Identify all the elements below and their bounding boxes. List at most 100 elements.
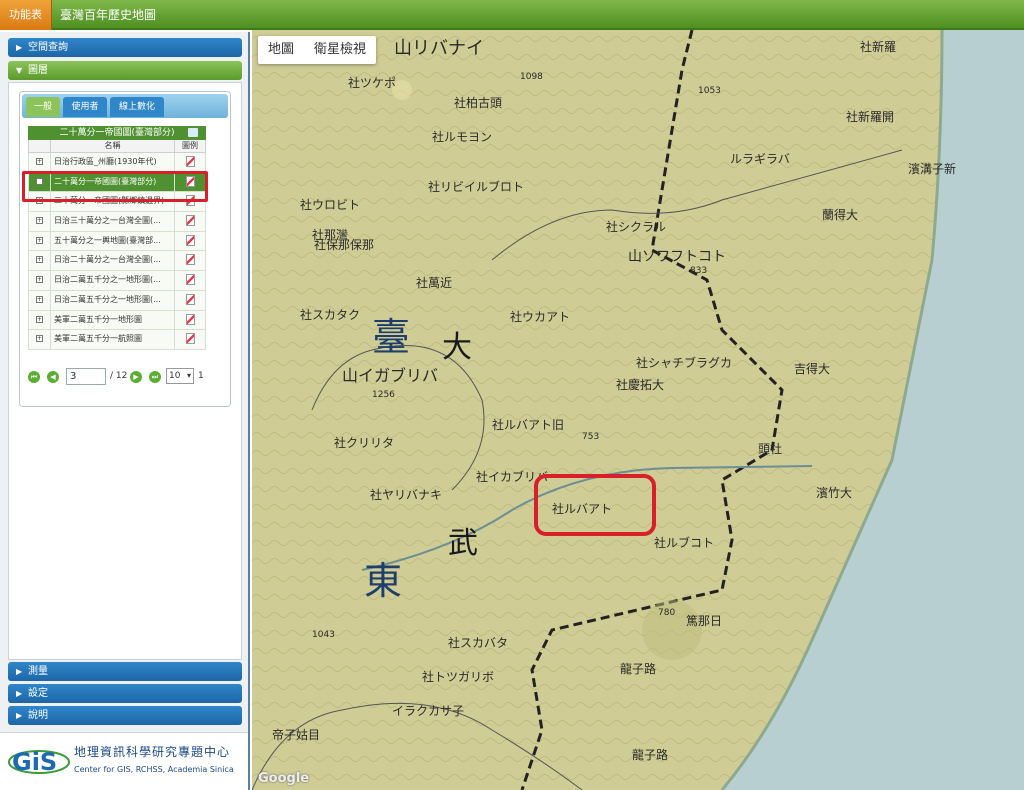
accordion-layers[interactable]: ▼ 圖層: [8, 61, 242, 80]
map-label: 山イガブリバ: [342, 366, 439, 385]
expand-toggle-icon[interactable]: +: [36, 276, 43, 284]
sidebar: ▶ 空間查詢 ▼ 圖層 一般 使用者 線上數化 二十萬分一帝國圖(臺灣部分) 名…: [0, 32, 250, 790]
map-label: 龍子路: [620, 662, 657, 676]
menu-button[interactable]: 功能表: [0, 0, 52, 30]
layer-name: 美軍二萬五千分一地形圖: [51, 310, 175, 330]
map-label: 社ルブコト: [654, 536, 715, 550]
map-label: 篤那日: [686, 614, 723, 628]
map-label: 帝子姑目: [272, 728, 321, 742]
map-label: 社ウカアト: [510, 310, 571, 324]
layer-name: 日治行政區_州廳(1930年代): [51, 153, 175, 172]
top-bar: 功能表 臺灣百年歷史地圖: [0, 0, 1024, 30]
map-label: 社ウロビト: [300, 198, 361, 212]
map-label: 社ヤリバナキ: [370, 488, 443, 502]
svg-text:GiS: GiS: [12, 748, 57, 776]
expand-toggle-icon[interactable]: +: [36, 295, 43, 303]
accordion-label: 空間查詢: [28, 42, 68, 53]
map-label: 社スカバタ: [448, 636, 509, 650]
layers-tab-container: 一般 使用者 線上數化 二十萬分一帝國圖(臺灣部分) 名稱 圖例 + 日治行政區_…: [19, 91, 231, 407]
legend-icon[interactable]: [185, 156, 195, 167]
layer-grid: 二十萬分一帝國圖(臺灣部分) 名稱 圖例 + 日治行政區_州廳(1930年代) + 二…: [28, 126, 206, 350]
expand-toggle-icon[interactable]: +: [36, 236, 43, 244]
map-view[interactable]: 地圖 衛星檢視 山リバナイ 社ツケポ 社柏古頭 社ルモヨン 社リビイルブロト 社…: [252, 30, 1024, 790]
page-number-input[interactable]: 3: [66, 368, 106, 385]
layer-row[interactable]: + 日治行政區_州廳(1930年代): [28, 153, 206, 173]
triangle-right-icon: ▶: [16, 711, 23, 720]
legend-icon[interactable]: [185, 254, 195, 266]
map-label: 蘭得大: [822, 208, 859, 222]
column-legend-header: 圖例: [182, 141, 198, 150]
map-label: 社萬近: [416, 276, 453, 290]
table-icon[interactable]: [188, 128, 198, 137]
map-label: 社クリリタ: [334, 436, 395, 450]
logo-english: Center for GIS, RCHSS, Academia Sinica: [74, 765, 234, 774]
expand-toggle-icon[interactable]: +: [36, 315, 43, 323]
layer-row[interactable]: + 五十萬分之一輿地圖(臺灣部...: [28, 231, 206, 252]
map-label: 社ルバアト旧: [492, 418, 565, 432]
triangle-right-icon: ▶: [16, 667, 23, 676]
legend-icon[interactable]: [185, 333, 195, 345]
accordion-settings[interactable]: ▶ 設定: [8, 684, 242, 703]
map-label-large: 臺: [372, 315, 411, 359]
first-page-button[interactable]: ⏮: [28, 371, 40, 383]
layer-name: 日治二萬五千分之一地形圖(...: [51, 290, 175, 310]
layer-row[interactable]: + 日治二萬五千分之一地形圖(...: [28, 290, 206, 311]
layer-name: 美軍二萬五千分一航照圖: [51, 330, 175, 349]
accordion-help[interactable]: ▶ 說明: [8, 706, 242, 725]
layer-row[interactable]: + 日治二萬五千分之一地形圖(...: [28, 271, 206, 291]
map-tab-roadmap[interactable]: 地圖: [258, 36, 304, 64]
map-label: 社柏古頭: [454, 96, 503, 110]
legend-icon[interactable]: [185, 293, 195, 305]
elevation-label: 1053: [698, 86, 721, 96]
layer-row[interactable]: + 日治三十萬分之一台灣全圖(...: [28, 212, 206, 232]
app-title: 臺灣百年歷史地圖: [60, 8, 157, 22]
expand-toggle-icon[interactable]: +: [36, 256, 43, 264]
legend-icon[interactable]: [185, 215, 195, 227]
expand-toggle-icon[interactable]: +: [36, 217, 43, 225]
expand-toggle-icon[interactable]: +: [36, 335, 43, 343]
map-label: 社トツガリボ: [422, 670, 495, 684]
triangle-right-icon: ▶: [16, 43, 23, 52]
page-total: / 12: [110, 371, 128, 381]
accordion-measure[interactable]: ▶ 測量: [8, 662, 242, 681]
map-label: 社ルモヨン: [432, 130, 493, 144]
map-label: イラクカサ子: [392, 704, 465, 718]
last-page-button[interactable]: ⏭: [149, 371, 161, 383]
layer-tabs: 一般 使用者 線上數化: [22, 94, 228, 118]
expand-toggle-icon[interactable]: +: [36, 158, 43, 165]
pager: ⏮ ◀ 3 / 12 ▶ ⏭ 10 1: [28, 366, 228, 388]
gis-logo-icon: GiS: [8, 748, 70, 776]
legend-icon[interactable]: [185, 234, 195, 246]
layer-name: 五十萬分之一輿地圖(臺灣部...: [51, 231, 175, 251]
prev-page-button[interactable]: ◀: [47, 371, 59, 383]
column-name-header: 名稱: [51, 140, 175, 152]
layer-row[interactable]: + 美軍二萬五千分一地形圖: [28, 310, 206, 331]
gis-center-logo: GiS 地理資訊科學研究專題中心 Center for GIS, RCHSS, …: [0, 732, 248, 790]
pager-extra: 1: [198, 371, 204, 381]
tab-online-digitize[interactable]: 線上數化: [110, 97, 164, 117]
next-page-button[interactable]: ▶: [130, 371, 142, 383]
elevation-label: 780: [658, 608, 676, 618]
map-label: 社那灣: [312, 228, 349, 242]
selected-layer-highlight: [22, 171, 208, 202]
map-label-large: 東: [364, 559, 403, 603]
map-tab-satellite[interactable]: 衛星檢視: [304, 36, 376, 64]
tab-user[interactable]: 使用者: [63, 97, 107, 117]
elevation-label: 1098: [520, 72, 543, 82]
elevation-label: 753: [582, 432, 600, 442]
accordion-spatial-query[interactable]: ▶ 空間查詢: [8, 38, 242, 57]
map-label: 社シャチブラグカ: [636, 356, 733, 370]
elevation-label: 833: [690, 266, 708, 276]
grid-header: 名稱 圖例: [28, 140, 206, 153]
legend-icon[interactable]: [185, 274, 195, 286]
tab-general[interactable]: 一般: [26, 97, 60, 117]
layer-row[interactable]: + 日治二十萬分之一台灣全圖(...: [28, 251, 206, 272]
map-label: 社スカタク: [300, 308, 361, 322]
map-label: 山ソワフトコト: [628, 249, 726, 265]
layer-name: 日治三十萬分之一台灣全圖(...: [51, 212, 175, 231]
map-label: 山リバナイ: [394, 38, 484, 59]
layer-row[interactable]: + 美軍二萬五千分一航照圖: [28, 330, 206, 350]
page-size-select[interactable]: 10: [166, 368, 194, 384]
legend-icon[interactable]: [185, 313, 195, 325]
map-highlight-box: [534, 474, 656, 536]
